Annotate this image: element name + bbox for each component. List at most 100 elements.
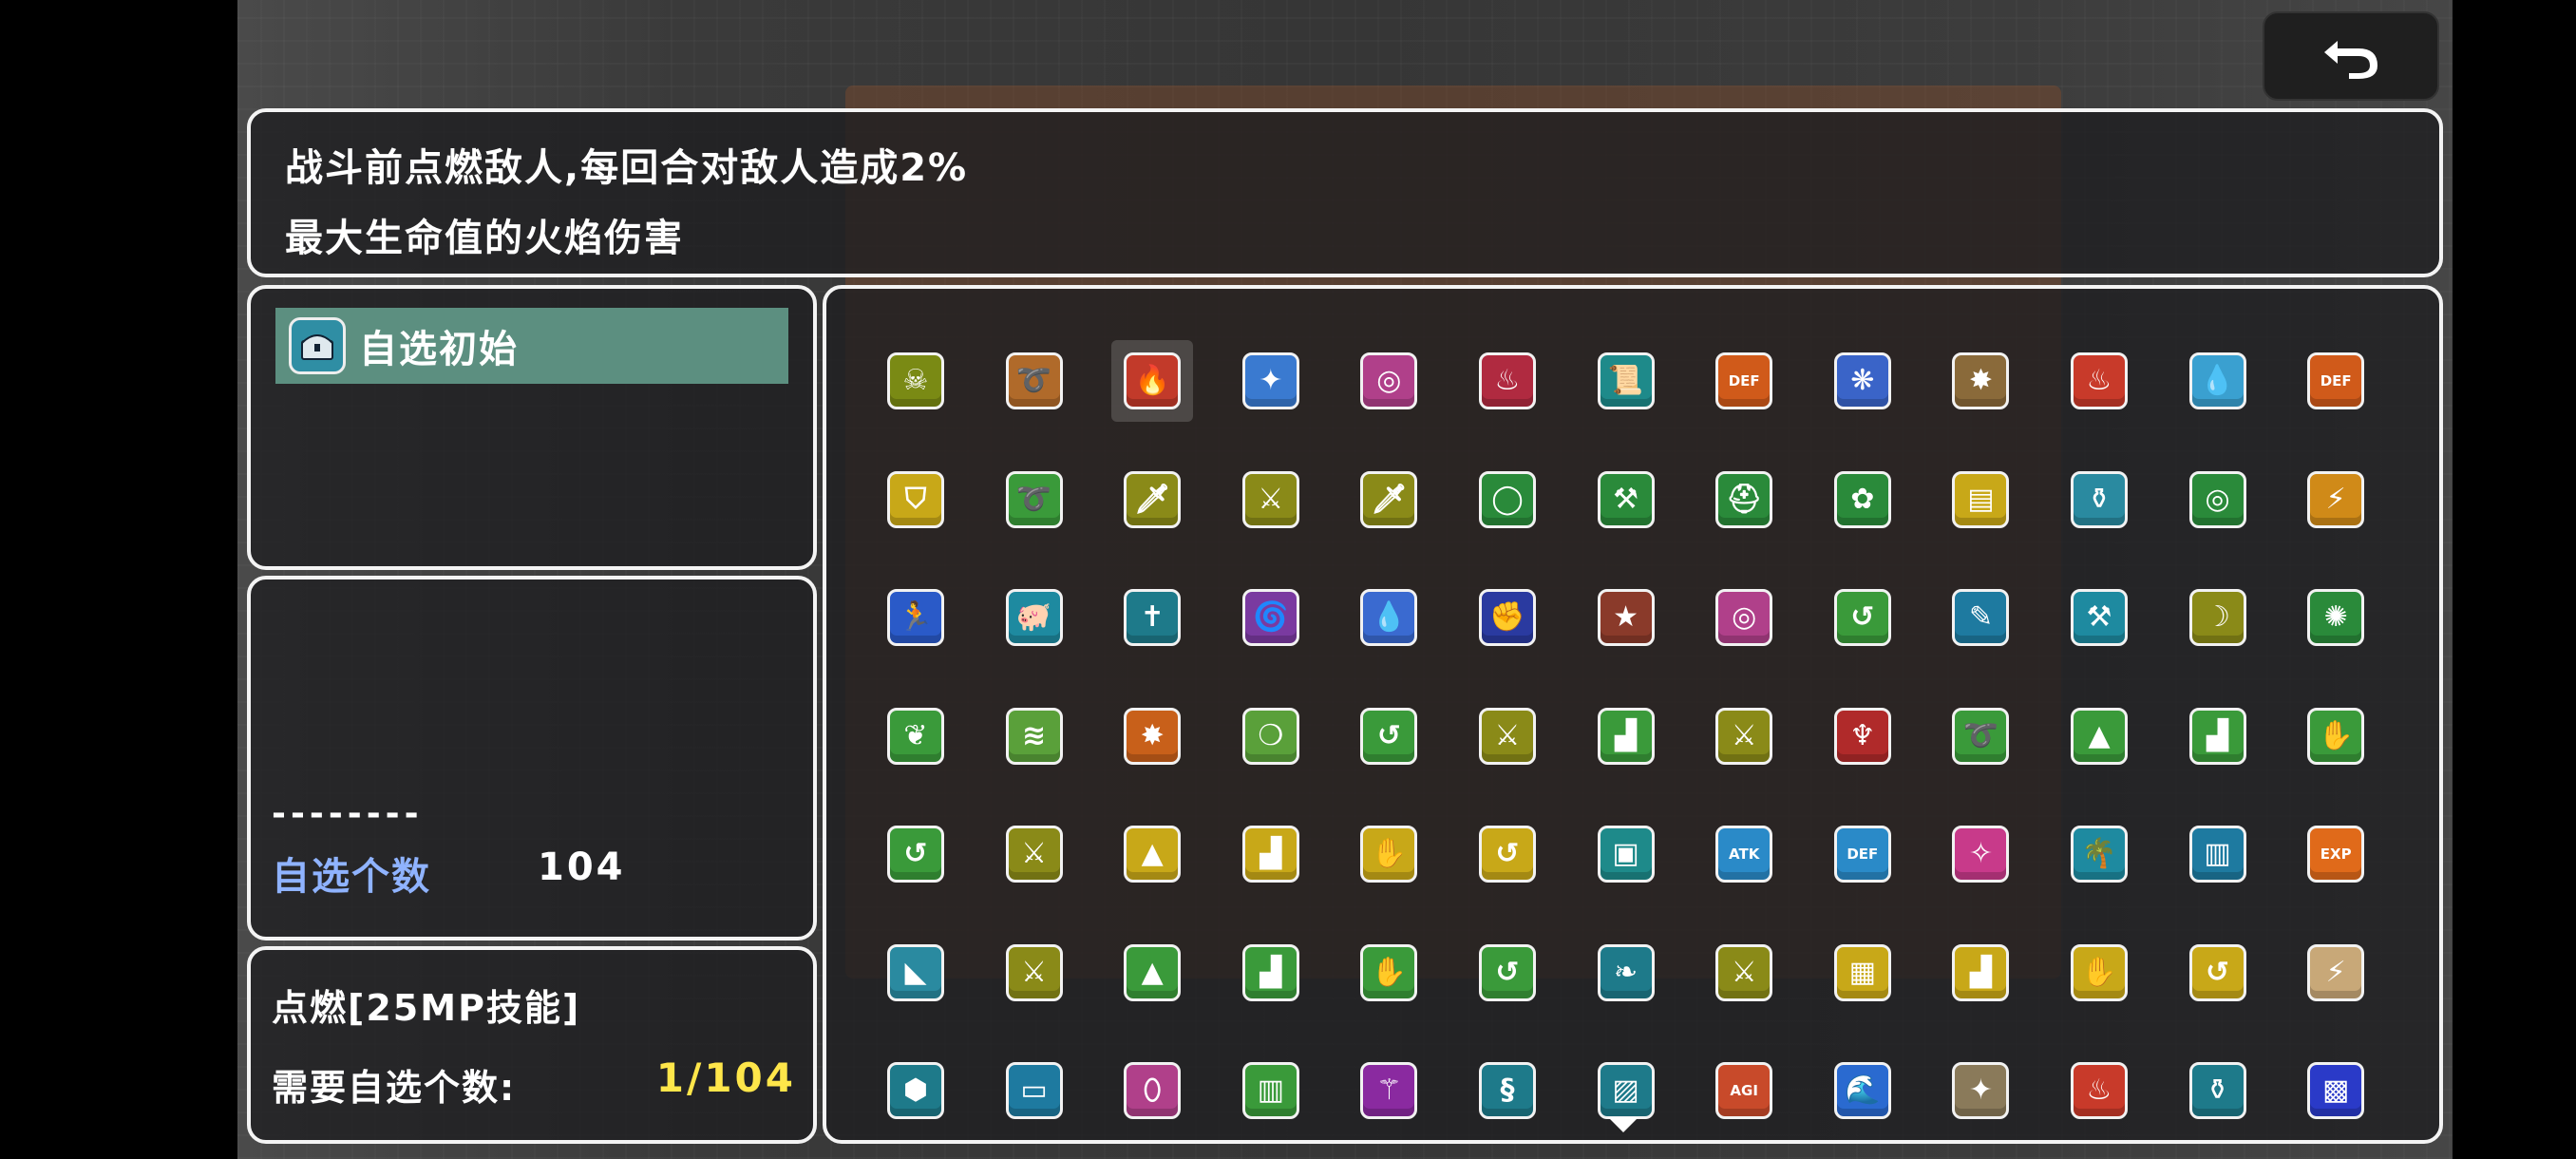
skill-slot[interactable]: ⚔ bbox=[1703, 932, 1785, 1014]
skill-slot[interactable]: ↺ bbox=[1348, 695, 1430, 777]
skill-slot[interactable]: ⚔ bbox=[1703, 695, 1785, 777]
skill-slot[interactable]: ⚡ bbox=[2295, 932, 2377, 1014]
category-item-custom-start[interactable]: 自选初始 bbox=[275, 308, 788, 384]
skill-slot[interactable]: 🗡 bbox=[1111, 459, 1193, 541]
skill-slot[interactable]: ✋ bbox=[1348, 932, 1430, 1014]
skill-slot[interactable]: ❧ bbox=[1585, 932, 1667, 1014]
scroll-down-indicator[interactable] bbox=[1608, 1117, 1638, 1132]
skill-slot[interactable]: ⛉ bbox=[875, 459, 957, 541]
skill-slot[interactable]: ▲ bbox=[1111, 813, 1193, 895]
skill-slot[interactable]: ♨ bbox=[2058, 1050, 2140, 1131]
skill-slot[interactable]: ✋ bbox=[2058, 932, 2140, 1014]
skill-slot[interactable]: EXP bbox=[2295, 813, 2377, 895]
skill-slot[interactable]: 📜 bbox=[1585, 340, 1667, 422]
skill-slot[interactable]: ♨ bbox=[2058, 340, 2140, 422]
skill-slot[interactable]: ▟ bbox=[2177, 695, 2259, 777]
witch-hat-icon: ▲ bbox=[1124, 826, 1182, 883]
skill-slot[interactable]: ➰ bbox=[994, 340, 1075, 422]
skill-slot[interactable]: ❦ bbox=[875, 695, 957, 777]
skill-slot[interactable]: ≋ bbox=[994, 695, 1075, 777]
skill-slot[interactable]: ✸ bbox=[1940, 340, 2021, 422]
icon-glyph: 🌊 bbox=[1845, 1074, 1881, 1107]
skill-slot[interactable]: ↺ bbox=[1822, 577, 1904, 658]
skill-slot[interactable]: ✊ bbox=[1467, 577, 1548, 658]
skill-slot[interactable]: ♆ bbox=[1822, 695, 1904, 777]
atk-up-icon: ATK bbox=[1715, 826, 1773, 883]
skill-slot[interactable]: ATK bbox=[1703, 813, 1785, 895]
skill-slot[interactable]: ◎ bbox=[2177, 459, 2259, 541]
skill-slot[interactable]: ⬯ bbox=[1111, 1050, 1193, 1131]
skill-slot[interactable]: 🗡 bbox=[1348, 459, 1430, 541]
skill-slot[interactable]: ✸ bbox=[1111, 695, 1193, 777]
skill-slot[interactable]: ✎ bbox=[1940, 577, 2021, 658]
skill-slot[interactable]: ☽ bbox=[2177, 577, 2259, 658]
skill-slot[interactable]: DEF bbox=[1822, 813, 1904, 895]
skill-slot[interactable]: ▣ bbox=[1585, 813, 1667, 895]
skill-slot[interactable]: ➰ bbox=[1940, 695, 2021, 777]
skill-slot[interactable]: ↺ bbox=[1467, 932, 1548, 1014]
skill-slot[interactable]: ⚒ bbox=[2058, 577, 2140, 658]
skill-slot[interactable]: ▲ bbox=[2058, 695, 2140, 777]
skill-slot[interactable]: § bbox=[1467, 1050, 1548, 1131]
skill-slot[interactable]: ✺ bbox=[2295, 577, 2377, 658]
skill-slot[interactable]: ▭ bbox=[994, 1050, 1075, 1131]
skill-slot[interactable]: 🌊 bbox=[1822, 1050, 1904, 1131]
herb-icon: ❦ bbox=[887, 707, 944, 765]
skill-slot[interactable]: ▟ bbox=[1230, 932, 1312, 1014]
skill-slot[interactable]: ◯ bbox=[1467, 459, 1548, 541]
skill-slot[interactable]: ⚚ bbox=[1348, 1050, 1430, 1131]
skill-slot[interactable]: ⚔ bbox=[1467, 695, 1548, 777]
icon-glyph: ⬢ bbox=[902, 1074, 929, 1107]
skill-slot[interactable]: ▩ bbox=[2295, 1050, 2377, 1131]
skill-slot[interactable]: 🌀 bbox=[1230, 577, 1312, 658]
skill-slot[interactable]: ▟ bbox=[1940, 932, 2021, 1014]
skill-slot[interactable]: ✋ bbox=[1348, 813, 1430, 895]
explosion-icon: ✸ bbox=[1124, 707, 1182, 765]
skill-slot[interactable]: ↺ bbox=[875, 813, 957, 895]
skill-slot[interactable]: ◣ bbox=[875, 932, 957, 1014]
skill-slot[interactable]: ▟ bbox=[1230, 813, 1312, 895]
skill-slot[interactable]: ✦ bbox=[1230, 340, 1312, 422]
skill-slot[interactable]: AGI bbox=[1703, 1050, 1785, 1131]
skill-slot[interactable]: ❍ bbox=[1230, 695, 1312, 777]
skill-slot[interactable]: ⚱ bbox=[2058, 459, 2140, 541]
skill-slot[interactable]: 💧 bbox=[2177, 340, 2259, 422]
skill-slot[interactable]: ⚡ bbox=[2295, 459, 2377, 541]
skill-slot[interactable]: ◎ bbox=[1703, 577, 1785, 658]
skill-slot[interactable]: 💧 bbox=[1348, 577, 1430, 658]
skill-slot[interactable]: ✝ bbox=[1111, 577, 1193, 658]
skill-slot[interactable]: ▥ bbox=[1230, 1050, 1312, 1131]
skill-slot[interactable]: ⚔ bbox=[994, 813, 1075, 895]
skill-slot[interactable]: ★ bbox=[1585, 577, 1667, 658]
skill-slot[interactable]: ➰ bbox=[994, 459, 1075, 541]
skill-slot[interactable]: 🔥 bbox=[1111, 340, 1194, 422]
skill-slot[interactable]: ♨ bbox=[1467, 340, 1548, 422]
skill-slot[interactable]: ⬢ bbox=[875, 1050, 957, 1131]
skill-slot[interactable]: DEF bbox=[2295, 340, 2377, 422]
skill-slot[interactable]: ☠ bbox=[875, 340, 957, 422]
icon-glyph: ❦ bbox=[903, 718, 928, 752]
skill-slot[interactable]: 🌴 bbox=[2058, 813, 2140, 895]
skill-slot[interactable]: DEF bbox=[1703, 340, 1785, 422]
skill-slot[interactable]: ✋ bbox=[2295, 695, 2377, 777]
skill-slot[interactable]: ⚔ bbox=[1230, 459, 1312, 541]
skill-slot[interactable]: ⚒ bbox=[1585, 459, 1667, 541]
skill-slot[interactable]: ❋ bbox=[1822, 340, 1904, 422]
back-button[interactable] bbox=[2263, 11, 2439, 101]
skill-slot[interactable]: ⚱ bbox=[2177, 1050, 2259, 1131]
skill-slot[interactable]: 🐖 bbox=[994, 577, 1075, 658]
skill-slot[interactable]: ◎ bbox=[1348, 340, 1430, 422]
skill-slot[interactable]: ▤ bbox=[1940, 459, 2021, 541]
skill-slot[interactable]: ✿ bbox=[1822, 459, 1904, 541]
skill-slot[interactable]: ▟ bbox=[1585, 695, 1667, 777]
skill-slot[interactable]: ↺ bbox=[1467, 813, 1548, 895]
skill-slot[interactable]: ⚔ bbox=[994, 932, 1075, 1014]
skill-slot[interactable]: ✦ bbox=[1940, 1050, 2021, 1131]
skill-slot[interactable]: ⛑ bbox=[1703, 459, 1785, 541]
skill-slot[interactable]: 🏃 bbox=[875, 577, 957, 658]
skill-slot[interactable]: ↺ bbox=[2177, 932, 2259, 1014]
skill-slot[interactable]: ▥ bbox=[2177, 813, 2259, 895]
skill-slot[interactable]: ✧ bbox=[1940, 813, 2021, 895]
skill-slot[interactable]: ▦ bbox=[1822, 932, 1904, 1014]
skill-slot[interactable]: ▲ bbox=[1111, 932, 1193, 1014]
